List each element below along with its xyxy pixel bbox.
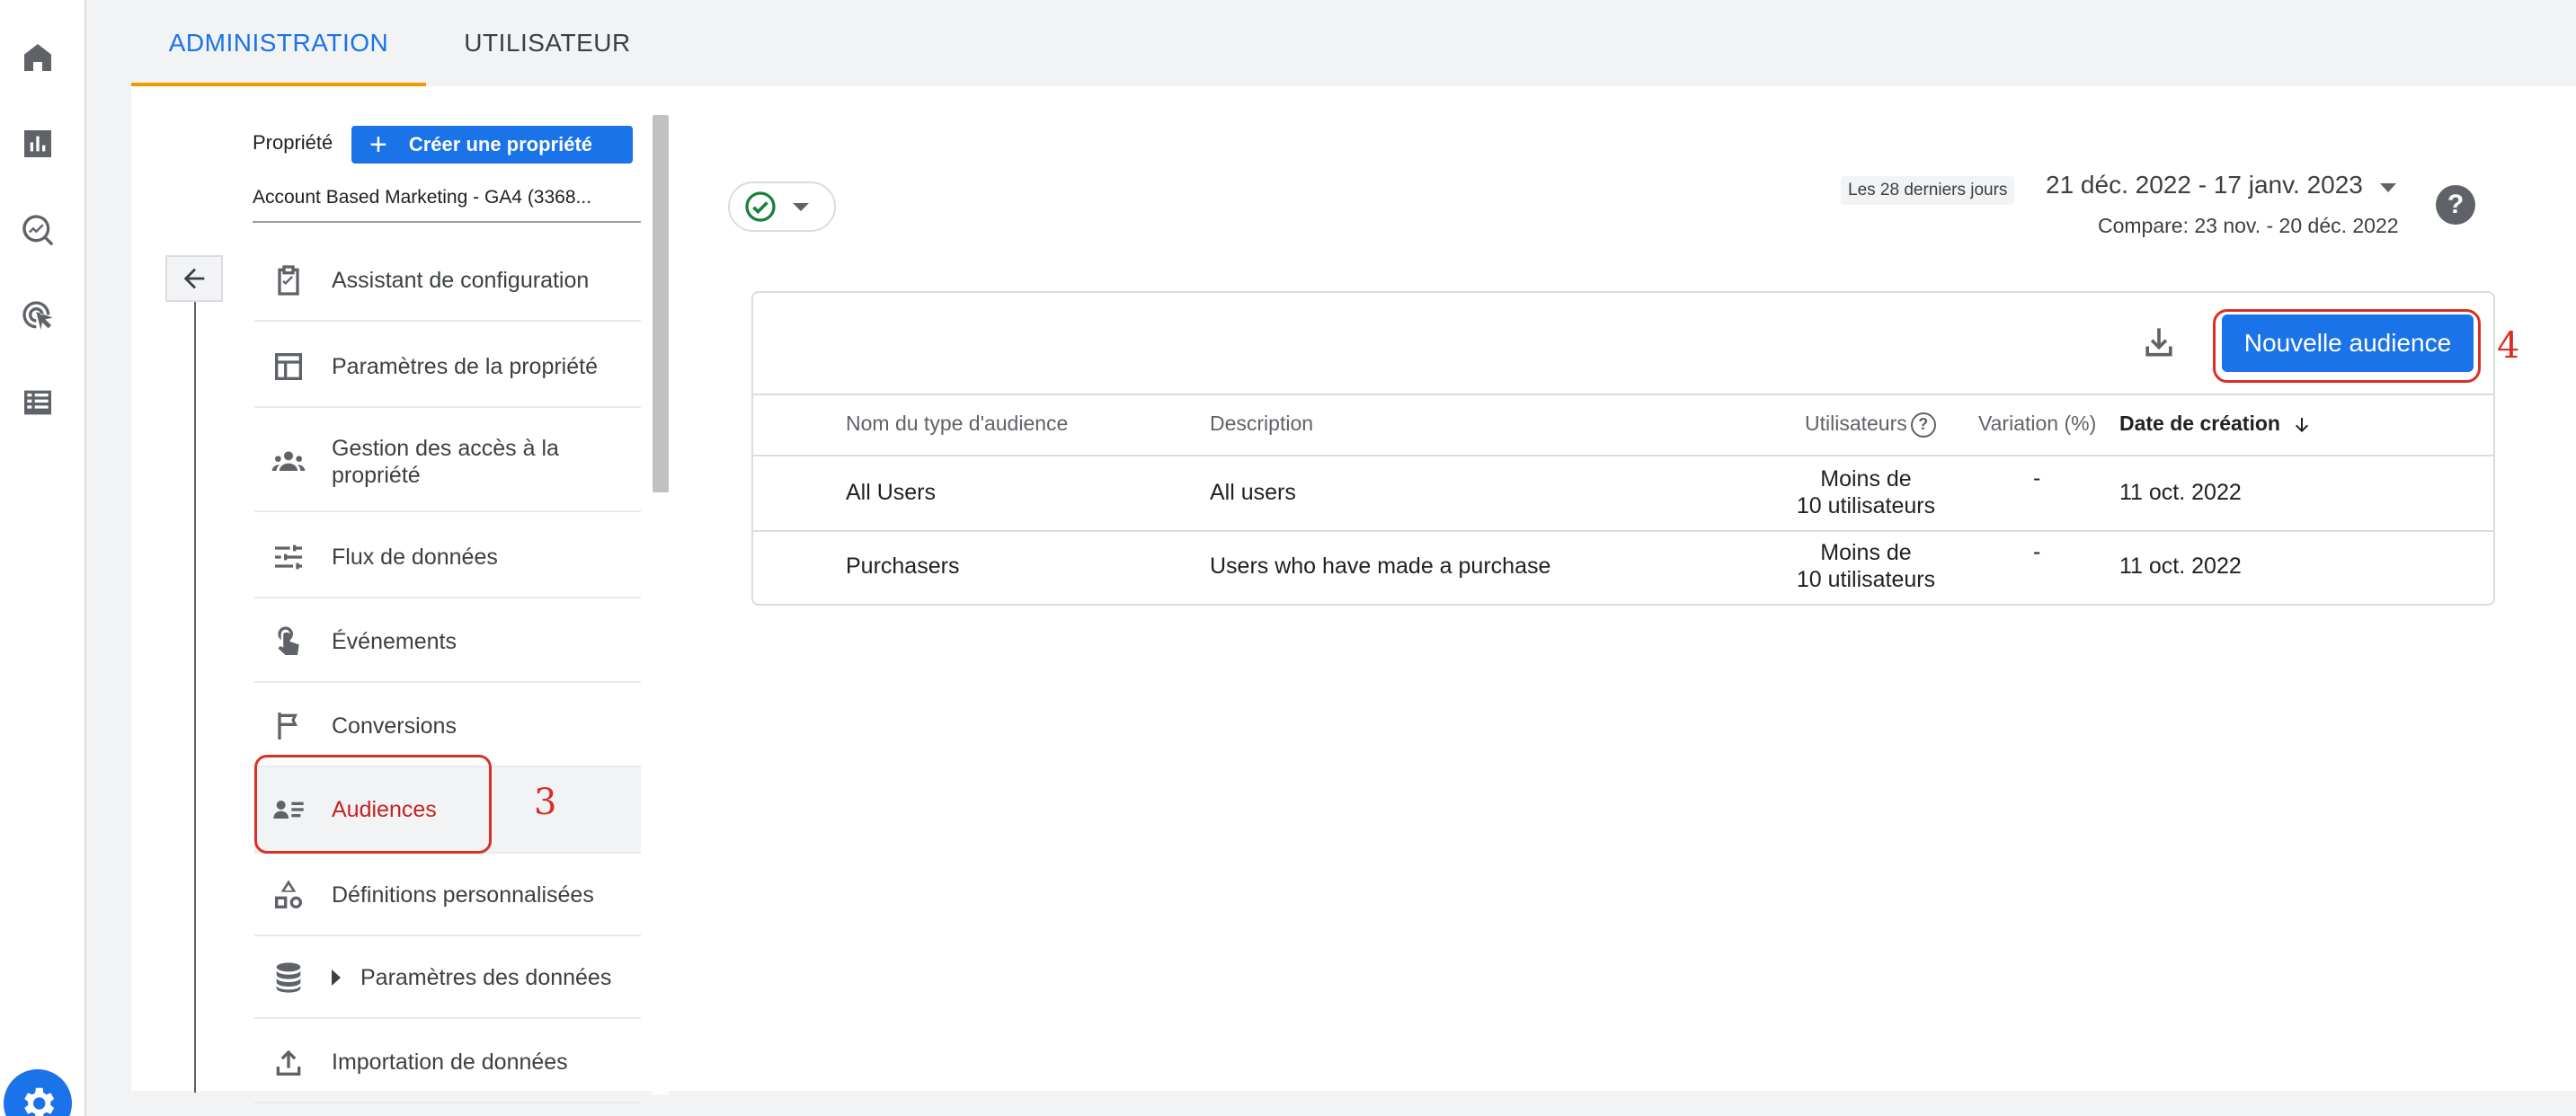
menu-item-data-settings[interactable]: Paramètres des données	[254, 938, 641, 1019]
menu-label: Gestion des accès à la propriété	[332, 436, 559, 488]
column-header-name[interactable]: Nom du type d'audience	[846, 412, 1068, 436]
help-circle-icon[interactable]: ?	[1910, 412, 1936, 438]
row-users: Moins de 10 utilisateurs	[1785, 465, 1947, 519]
menu-label: Importation de données	[332, 1049, 568, 1075]
database-icon	[269, 958, 308, 997]
arrow-left-icon	[183, 268, 205, 289]
menu-label: Conversions	[332, 713, 457, 739]
row-name[interactable]: Purchasers	[846, 554, 959, 580]
row-users-line2: 10 utilisateurs	[1796, 567, 1936, 592]
explore-icon[interactable]	[18, 210, 58, 250]
step-3-highlight	[254, 755, 492, 854]
layout-icon	[269, 347, 308, 386]
arrow-down-icon	[2296, 417, 2309, 432]
plus-icon: +	[369, 128, 387, 162]
date-range-compare: Compare: 23 nov. - 20 déc. 2022	[2098, 214, 2399, 237]
tree-line	[194, 302, 196, 1093]
menu-item-custom-definitions[interactable]: Définitions personnalisées	[254, 855, 641, 936]
menu-label: Assistant de configuration	[332, 267, 590, 293]
column-header-description[interactable]: Description	[1210, 412, 1313, 436]
date-range-value[interactable]: 21 déc. 2022 - 17 janv. 2023	[2046, 171, 2363, 199]
create-property-label: Créer une propriété	[408, 133, 593, 155]
row-description: All users	[1210, 480, 1296, 505]
column-header-users[interactable]: Utilisateurs?	[1805, 412, 1936, 438]
row-users-line2: 10 utilisateurs	[1796, 493, 1936, 518]
help-icon[interactable]: ?	[2436, 185, 2475, 225]
row-created: 11 oct. 2022	[2119, 480, 2242, 505]
row-created: 11 oct. 2022	[2119, 554, 2242, 579]
menu-item-access-management[interactable]: Gestion des accès à la propriété	[254, 413, 641, 512]
row-description: Users who have made a purchase	[1210, 554, 1551, 579]
menu-item-data-streams[interactable]: Flux de données	[254, 518, 641, 598]
admin-tabs: ADMINISTRATION UTILISATEUR	[131, 0, 2576, 86]
menu-label: Définitions personnalisées	[332, 881, 594, 908]
upload-icon	[269, 1042, 308, 1082]
create-property-button[interactable]: + Créer une propriété	[351, 126, 633, 164]
menu-label: Événements	[332, 628, 457, 654]
step-4-highlight	[2213, 309, 2481, 383]
flag-icon	[269, 706, 308, 746]
date-range-chevron-icon[interactable]	[2380, 183, 2396, 192]
gear-icon[interactable]	[4, 1069, 72, 1116]
menu-label: Flux de données	[332, 544, 498, 570]
row-users-line1: Moins de	[1820, 466, 1912, 492]
row-variation: -	[2033, 465, 2041, 491]
tab-administration[interactable]: ADMINISTRATION	[131, 0, 426, 86]
menu-scrollbar-thumb[interactable]	[653, 115, 669, 492]
row-users-line1: Moins de	[1820, 540, 1912, 565]
chevron-down-icon	[793, 202, 809, 211]
date-range-preset[interactable]: Les 28 derniers jours	[1841, 176, 2015, 205]
row-variation: -	[2033, 539, 2041, 564]
clipboard-check-icon	[269, 261, 308, 300]
home-icon[interactable]	[18, 38, 58, 77]
menu-item-property-settings[interactable]: Paramètres de la propriété	[254, 327, 641, 408]
menu-item-data-import[interactable]: Importation de données	[254, 1023, 641, 1103]
row-users: Moins de 10 utilisateurs	[1785, 539, 1947, 593]
data-streams-icon	[269, 537, 308, 577]
step-4-number: 4	[2497, 325, 2520, 367]
touch-icon	[269, 622, 308, 661]
reports-icon[interactable]	[18, 124, 58, 164]
advertising-icon[interactable]	[18, 297, 58, 336]
download-icon[interactable]	[2139, 322, 2179, 361]
menu-label: Paramètres de la propriété	[332, 353, 598, 379]
column-header-variation[interactable]: Variation (%)	[1978, 412, 2096, 436]
people-icon	[269, 442, 308, 482]
menu-item-assistant[interactable]: Assistant de configuration	[254, 241, 641, 322]
check-circle-icon	[745, 191, 776, 222]
property-label: Propriété	[253, 131, 333, 154]
back-button[interactable]	[165, 255, 223, 302]
menu-item-events[interactable]: Événements	[254, 602, 641, 683]
column-header-created-label: Date de création	[2119, 412, 2280, 435]
menu-label: Paramètres des données	[360, 964, 612, 990]
step-3-number: 3	[534, 782, 557, 823]
configure-icon[interactable]	[18, 383, 58, 422]
table-divider	[753, 455, 2493, 456]
table-divider	[753, 394, 2493, 395]
table-divider	[753, 530, 2493, 532]
expand-arrow-icon[interactable]	[332, 970, 341, 986]
tab-utilisateur[interactable]: UTILISATEUR	[426, 0, 669, 86]
status-dropdown[interactable]	[728, 182, 836, 232]
account-selector[interactable]: Account Based Marketing - GA4 (3368...	[253, 187, 641, 223]
shapes-icon	[269, 875, 308, 915]
left-nav-rail	[0, 0, 86, 1116]
column-header-users-label: Utilisateurs	[1805, 412, 1907, 435]
row-name[interactable]: All Users	[846, 480, 936, 506]
column-header-created[interactable]: Date de création	[2119, 412, 2313, 436]
